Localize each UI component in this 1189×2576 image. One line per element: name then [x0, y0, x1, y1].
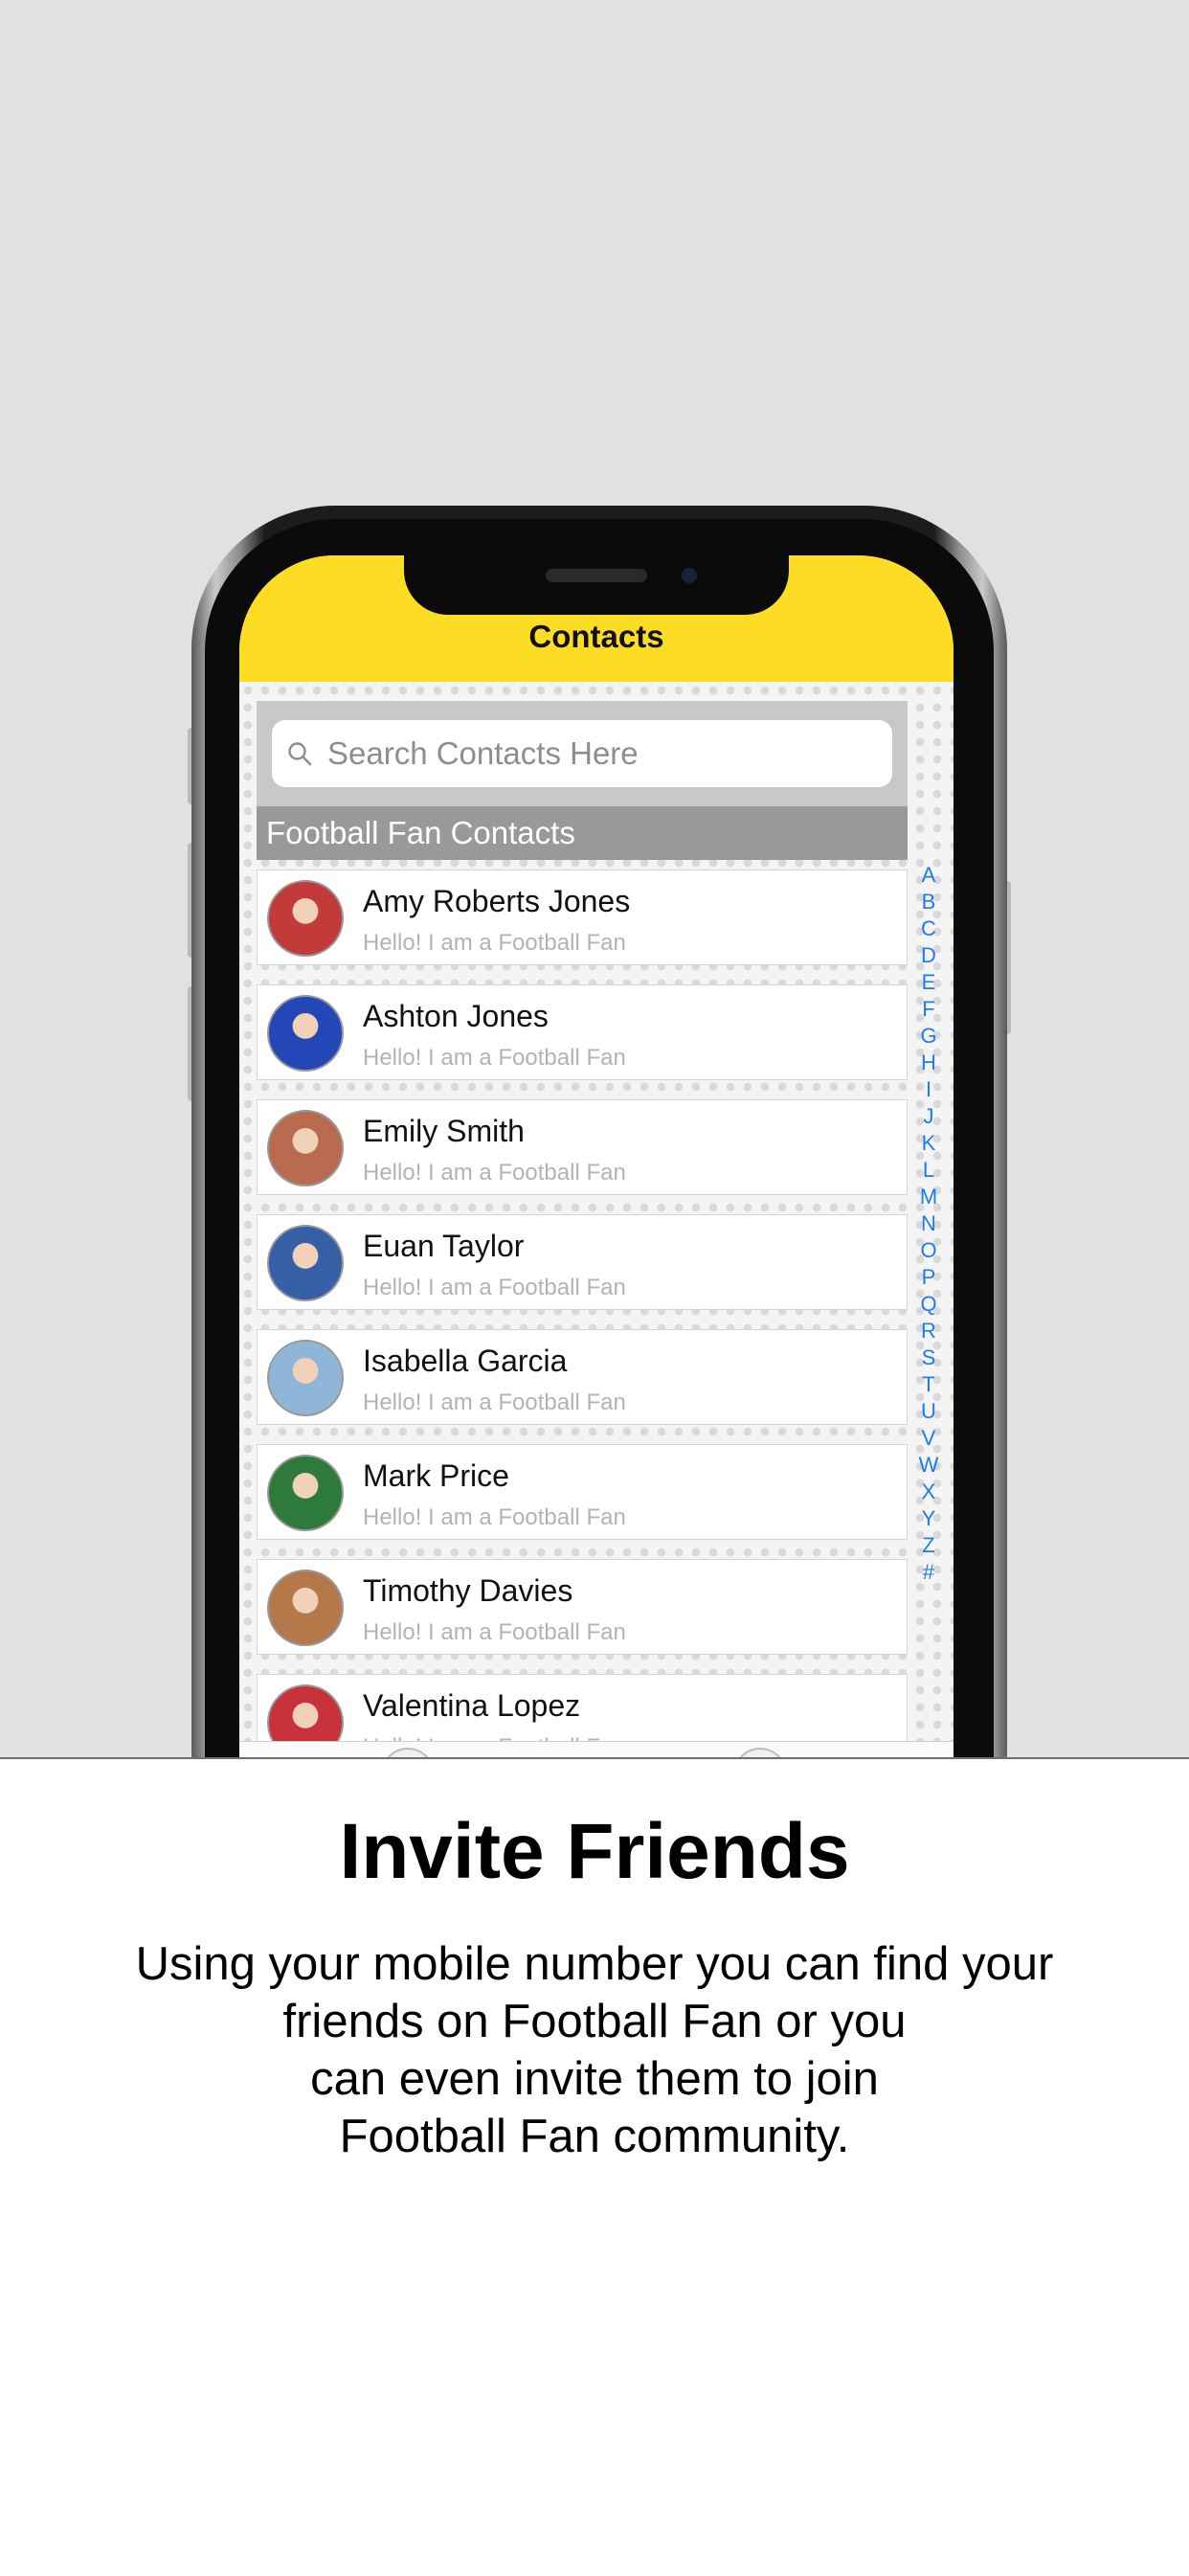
search-input[interactable] — [327, 720, 883, 787]
contact-name: Isabella Garcia — [363, 1344, 568, 1378]
index-letter[interactable]: E — [909, 969, 948, 996]
contact-avatar — [267, 880, 344, 957]
index-letter[interactable]: T — [909, 1371, 948, 1398]
tab-chats-icon[interactable] — [381, 1748, 435, 1757]
contact-row[interactable]: Ashton Jones Hello! I am a Football Fan — [257, 984, 908, 1080]
promo-line: Football Fan community. — [339, 2111, 850, 2162]
tab-bar — [239, 1741, 953, 1757]
contact-row[interactable]: Amy Roberts Jones Hello! I am a Football … — [257, 870, 908, 965]
contact-avatar — [267, 1570, 344, 1646]
index-letter[interactable]: # — [909, 1559, 948, 1586]
contact-row[interactable]: Emily Smith Hello! I am a Football Fan — [257, 1099, 908, 1195]
promo-line: Using your mobile number you can find yo… — [135, 1938, 1054, 1990]
contact-name: Ashton Jones — [363, 999, 549, 1033]
index-letter[interactable]: U — [909, 1398, 948, 1425]
search-icon — [288, 742, 312, 766]
contact-name: Valentina Lopez — [363, 1688, 581, 1723]
index-letter[interactable]: S — [909, 1344, 948, 1371]
index-letter[interactable]: A — [909, 862, 948, 889]
tab-profile-icon[interactable] — [733, 1748, 787, 1757]
index-letter[interactable]: F — [909, 996, 948, 1023]
contact-avatar — [267, 1225, 344, 1301]
promo-description: Using your mobile number you can find yo… — [124, 1935, 1065, 2165]
promo-line: can even invite them to join — [310, 2053, 879, 2105]
index-letter[interactable]: I — [909, 1076, 948, 1103]
contact-avatar — [267, 995, 344, 1072]
contact-name: Emily Smith — [363, 1114, 525, 1148]
contact-status: Hello! I am a Football Fan — [363, 1390, 626, 1415]
section-header: Football Fan Contacts — [257, 806, 908, 860]
contact-name: Timothy Davies — [363, 1573, 573, 1608]
index-letter[interactable]: O — [909, 1237, 948, 1264]
contact-list[interactable]: Amy Roberts Jones Hello! I am a Football … — [257, 870, 908, 1757]
contact-status: Hello! I am a Football Fan — [363, 1275, 626, 1300]
index-letter[interactable]: W — [909, 1452, 948, 1479]
contact-avatar — [267, 1340, 344, 1416]
index-letter[interactable]: J — [909, 1103, 948, 1130]
contact-status: Hello! I am a Football Fan — [363, 930, 626, 956]
nav-title: Contacts — [528, 619, 664, 654]
contact-status: Hello! I am a Football Fan — [363, 1160, 626, 1186]
phone-notch — [404, 555, 789, 615]
promo-line: friends on Football Fan or you — [282, 1996, 907, 2047]
contact-avatar — [267, 1110, 344, 1186]
index-letter[interactable]: N — [909, 1210, 948, 1237]
contacts-content: Football Fan Contacts Amy Roberts Jones H… — [239, 682, 953, 1757]
contact-name: Amy Roberts Jones — [363, 884, 631, 918]
screenshot-background: Contacts Football Fan Contacts Amy Rober… — [0, 0, 1189, 1757]
phone-screen: Contacts Football Fan Contacts Amy Rober… — [239, 555, 953, 1757]
contact-row[interactable]: Timothy Davies Hello! I am a Football Fan — [257, 1559, 908, 1655]
contact-status: Hello! I am a Football Fan — [363, 1504, 626, 1530]
index-letter[interactable]: L — [909, 1157, 948, 1184]
promo-title: Invite Friends — [339, 1808, 850, 1895]
contact-name: Euan Taylor — [363, 1229, 525, 1263]
index-letter[interactable]: B — [909, 889, 948, 915]
contact-status: Hello! I am a Football Fan — [363, 1045, 626, 1071]
contact-avatar — [267, 1455, 344, 1531]
contact-row[interactable]: Mark Price Hello! I am a Football Fan — [257, 1444, 908, 1540]
index-letter[interactable]: G — [909, 1023, 948, 1050]
search-field[interactable] — [272, 720, 892, 787]
index-letter[interactable]: P — [909, 1264, 948, 1291]
index-letter[interactable]: H — [909, 1050, 948, 1076]
contact-status: Hello! I am a Football Fan — [363, 1619, 626, 1645]
index-letter[interactable]: M — [909, 1184, 948, 1210]
contact-row[interactable]: Isabella Garcia Hello! I am a Football Fa… — [257, 1329, 908, 1425]
contact-name: Mark Price — [363, 1458, 509, 1493]
index-letter[interactable]: K — [909, 1130, 948, 1157]
alphabet-index[interactable]: A B C D E F G H I J K L M N O P Q R S T U V W X Y Z # — [909, 862, 948, 1586]
index-letter[interactable]: X — [909, 1479, 948, 1505]
index-letter[interactable]: Y — [909, 1505, 948, 1532]
speaker-grille — [546, 569, 647, 582]
search-bar — [257, 701, 908, 806]
index-letter[interactable]: R — [909, 1318, 948, 1344]
index-letter[interactable]: Q — [909, 1291, 948, 1318]
contact-row[interactable]: Euan Taylor Hello! I am a Football Fan — [257, 1214, 908, 1310]
front-camera — [682, 568, 697, 583]
index-letter[interactable]: V — [909, 1425, 948, 1452]
index-letter[interactable]: C — [909, 915, 948, 942]
index-letter[interactable]: D — [909, 942, 948, 969]
section-title: Football Fan Contacts — [266, 815, 575, 850]
index-letter[interactable]: Z — [909, 1532, 948, 1559]
promo-section: Invite Friends Using your mobile number … — [0, 1757, 1189, 2576]
